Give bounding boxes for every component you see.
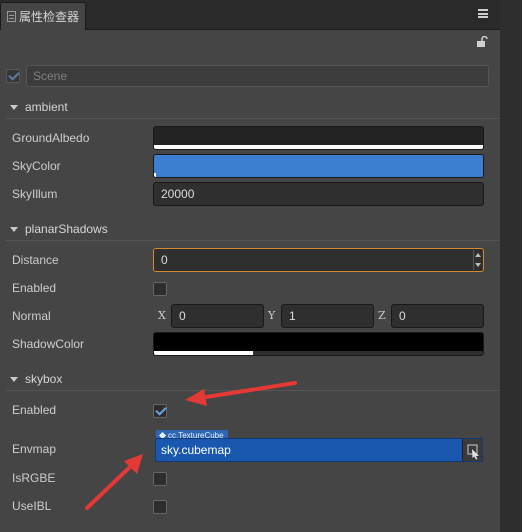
distance-value: 0 — [161, 253, 168, 267]
planarshadows-enabled-checkbox[interactable] — [153, 282, 167, 296]
normal-label: Normal — [12, 309, 51, 323]
collapse-triangle-icon — [10, 104, 18, 110]
distance-input[interactable]: 0 — [153, 248, 484, 272]
envmap-label: Envmap — [12, 442, 57, 456]
tab-inspector[interactable]: 属性检查器 — [0, 2, 86, 30]
planarshadows-enabled-label: Enabled — [12, 281, 57, 295]
normal-z-label: Z — [378, 309, 386, 322]
normal-y-input[interactable]: 1 — [281, 304, 374, 328]
section-ambient-label: ambient — [25, 100, 68, 114]
scene-name-input[interactable]: Scene — [26, 65, 489, 87]
isrgbe-label: IsRGBE — [12, 471, 56, 485]
skybox-enabled-checkbox[interactable] — [153, 404, 167, 418]
shadowcolor-swatch — [154, 333, 483, 351]
normal-y-label: Y — [268, 309, 276, 322]
section-skybox[interactable]: skybox — [0, 368, 500, 390]
tab-inspector-label: 属性检查器 — [19, 10, 80, 24]
skyillum-input[interactable]: 20000 — [153, 182, 484, 206]
groundalbedo-color-field[interactable] — [153, 126, 484, 150]
scene-enabled-checkbox[interactable] — [6, 69, 20, 83]
divider — [6, 240, 500, 241]
envmap-value: sky.cubemap — [161, 443, 231, 457]
skyillum-label: SkyIllum — [12, 187, 58, 201]
normal-x-label: X — [158, 309, 166, 322]
groundalbedo-label: GroundAlbedo — [12, 131, 90, 145]
section-planarshadows-label: planarShadows — [25, 222, 108, 236]
skybox-enabled-label: Enabled — [12, 403, 57, 417]
skycolor-alpha-bar — [154, 173, 156, 177]
asset-picker-button[interactable] — [462, 439, 482, 461]
shadowcolor-alpha-bar — [154, 351, 253, 355]
asset-picker-icon — [467, 444, 479, 460]
shadowcolor-color-field[interactable] — [153, 332, 484, 356]
inspector-tab-icon — [7, 11, 16, 22]
groundalbedo-alpha-bar — [154, 145, 483, 149]
skycolor-label: SkyColor — [12, 159, 61, 173]
divider — [6, 118, 500, 119]
skycolor-color-field[interactable] — [153, 154, 484, 178]
menu-icon[interactable] — [478, 9, 488, 18]
collapse-triangle-icon — [10, 226, 18, 232]
collapse-triangle-icon — [10, 376, 18, 382]
skycolor-swatch — [154, 155, 483, 177]
lock-icon[interactable] — [476, 36, 488, 48]
useibl-label: UseIBL — [12, 499, 52, 513]
useibl-checkbox[interactable] — [153, 500, 167, 514]
normal-z-input[interactable]: 0 — [391, 304, 484, 328]
section-planarshadows[interactable]: planarShadows — [0, 218, 500, 240]
normal-x-input[interactable]: 0 — [171, 304, 264, 328]
distance-label: Distance — [12, 253, 59, 267]
panel-edge — [500, 0, 522, 532]
divider — [6, 390, 500, 391]
shadowcolor-label: ShadowColor — [12, 337, 85, 351]
scene-row: Scene — [6, 65, 489, 87]
distance-stepper-icon[interactable] — [473, 250, 482, 270]
section-skybox-label: skybox — [25, 372, 63, 386]
annotation-arrow-envmap — [85, 454, 143, 510]
groundalbedo-swatch — [154, 127, 483, 145]
envmap-asset-field[interactable]: sky.cubemap — [155, 438, 483, 462]
tab-bar: 属性检查器 — [0, 0, 522, 30]
isrgbe-checkbox[interactable] — [153, 472, 167, 486]
section-ambient[interactable]: ambient — [0, 96, 500, 118]
